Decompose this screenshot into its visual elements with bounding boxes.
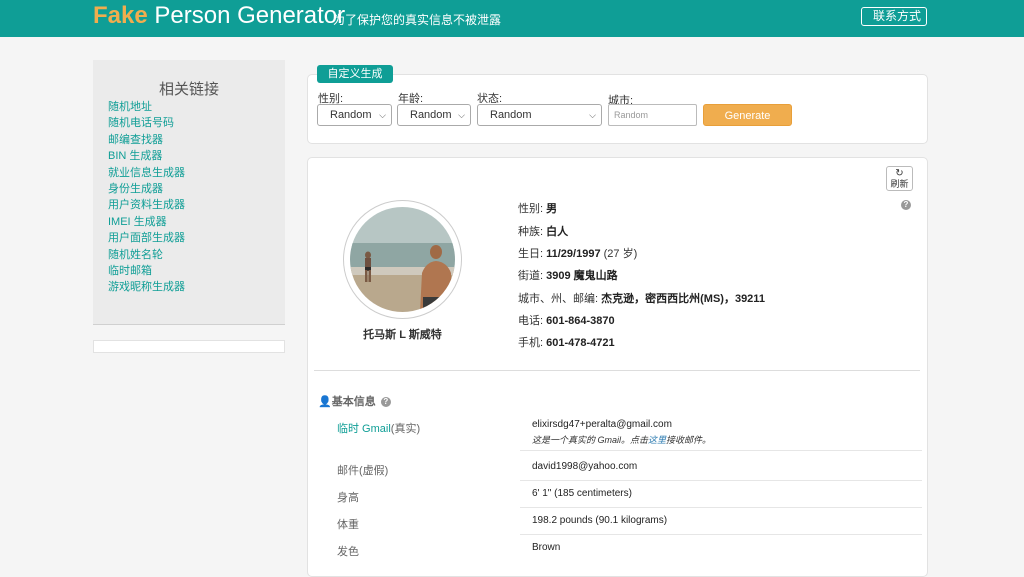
street-row: 街道: 3909 魔鬼山路 — [518, 267, 618, 283]
temp-gmail-suffix: (真实) — [390, 423, 421, 435]
help-icon[interactable]: ? — [901, 200, 911, 210]
user-icon: 👤 — [318, 396, 332, 408]
fake-email-label: 邮件(虚假) — [337, 465, 389, 477]
sidebar-title: 相关链接 — [158, 81, 219, 98]
top-navbar: Fake Person Generator 为了保护您的真实信息不被泄露 联系方… — [0, 0, 1024, 37]
hair-color-label: 发色 — [337, 546, 359, 558]
sidebar-link-list: 随机地址 随机电话号码 邮编查找器 BIN 生成器 就业信息生成器 身份生成器 … — [108, 99, 185, 296]
gender-label: 性别: — [518, 203, 544, 215]
birthday-value: 11/29/1997 — [546, 248, 601, 260]
city-state-zip-value: 杰克逊，密西西比州(MS)，39211 — [601, 293, 765, 305]
person-name: 托马斯 L 斯威特 — [363, 329, 442, 341]
sidebar-link-identity-generator[interactable]: 身份生成器 — [108, 181, 185, 197]
generate-button[interactable]: Generate — [703, 104, 792, 126]
refresh-label: 刷新 — [890, 179, 909, 189]
row-divider — [520, 480, 922, 481]
receive-mail-link[interactable]: 这里 — [648, 435, 666, 445]
sidebar-link-employment-generator[interactable]: 就业信息生成器 — [108, 165, 185, 181]
weight-value: 198.2 pounds (90.1 kilograms) — [532, 515, 668, 526]
temp-gmail-note-end: 接收邮件。 — [666, 435, 712, 445]
sidebar-link-imei-generator[interactable]: IMEI 生成器 — [108, 214, 185, 230]
custom-generate-tab[interactable]: 自定义生成 — [317, 65, 393, 83]
mobile-row: 手机: 601-478-4721 — [518, 334, 615, 350]
sidebar-link-random-address[interactable]: 随机地址 — [108, 99, 185, 115]
mobile-label: 手机: — [518, 337, 544, 349]
chevron-down-icon: ⌵ — [458, 110, 465, 120]
temp-gmail-note-text: 这是一个真实的 Gmail。点击 — [532, 435, 649, 445]
sidebar-link-temp-email[interactable]: 临时邮箱 — [108, 263, 185, 279]
temp-gmail-label[interactable]: 临时 Gmail(真实) — [337, 420, 420, 436]
sidebar-link-profile-generator[interactable]: 用户资料生成器 — [108, 197, 185, 213]
avatar-photo — [350, 207, 455, 312]
chevron-down-icon: ⌵ — [589, 110, 596, 120]
fake-email-value: david1998@yahoo.com — [532, 461, 638, 472]
race-row: 种族: 白人 — [518, 223, 568, 239]
chevron-down-icon: ⌵ — [379, 110, 386, 120]
age-select-value: Random — [410, 109, 452, 121]
temp-gmail-value: elixirsdg47+peralta@gmail.com — [532, 419, 672, 430]
height-label: 身高 — [337, 492, 359, 504]
section-divider — [314, 370, 920, 371]
gender-row: 性别: 男 — [518, 200, 557, 216]
sidebar-link-random-phone[interactable]: 随机电话号码 — [108, 115, 185, 131]
sidebar-link-nickname-generator[interactable]: 游戏昵称生成器 — [108, 279, 185, 295]
city-state-zip-row: 城市、州、邮编: 杰克逊，密西西比州(MS)，39211 — [518, 290, 765, 306]
birthday-label: 生日: — [518, 248, 544, 260]
row-divider — [520, 534, 922, 535]
basic-info-title: 基本信息 — [331, 396, 376, 408]
site-logo[interactable]: Fake Person Generator — [93, 2, 345, 30]
birthday-row: 生日: 11/29/1997 (27 岁) — [518, 245, 637, 261]
race-label: 种族: — [518, 226, 544, 238]
phone-row: 电话: 601-864-3870 — [518, 312, 615, 328]
street-value: 3909 魔鬼山路 — [546, 270, 618, 282]
gender-select[interactable]: Random ⌵ — [317, 104, 392, 126]
row-divider — [520, 507, 922, 508]
phone-value: 601-864-3870 — [546, 315, 615, 327]
height-value: 6' 1" (185 centimeters) — [532, 488, 632, 499]
city-input[interactable]: Random — [608, 104, 697, 126]
refresh-button[interactable]: ↻ 刷新 — [886, 166, 913, 191]
sidebar-link-name-wheel[interactable]: 随机姓名轮 — [108, 247, 185, 263]
sidebar-ad-box — [93, 340, 285, 353]
avatar — [350, 207, 455, 312]
logo-title-text: Person Generator — [154, 2, 346, 29]
site-slogan: 为了保护您的真实信息不被泄露 — [333, 13, 502, 27]
temp-gmail-note: 这是一个真实的 Gmail。点击这里接收邮件。 — [532, 433, 711, 446]
sidebar-link-bin-generator[interactable]: BIN 生成器 — [108, 148, 185, 164]
race-value: 白人 — [546, 226, 569, 238]
help-icon[interactable]: ? — [380, 397, 391, 407]
logo-fake-text: Fake — [93, 2, 148, 29]
street-label: 街道: — [518, 270, 544, 282]
age-value: (27 岁) — [603, 248, 638, 260]
sidebar-link-zip-lookup[interactable]: 邮编查找器 — [108, 132, 185, 148]
city-input-placeholder: Random — [614, 110, 649, 120]
weight-label: 体重 — [337, 519, 359, 531]
related-links-sidebar: 相关链接 随机地址 随机电话号码 邮编查找器 BIN 生成器 就业信息生成器 身… — [93, 60, 285, 325]
temp-gmail-link[interactable]: 临时 Gmail — [337, 423, 391, 435]
state-select-value: Random — [490, 109, 532, 121]
gender-value: 男 — [546, 203, 558, 215]
city-state-zip-label: 城市、州、邮编: — [518, 293, 599, 305]
contact-button[interactable]: 联系方式 — [861, 7, 927, 26]
refresh-icon: ↻ — [895, 168, 904, 179]
age-select[interactable]: Random ⌵ — [397, 104, 471, 126]
row-divider — [520, 450, 922, 451]
phone-label: 电话: — [518, 315, 544, 327]
hair-color-value: Brown — [532, 542, 561, 553]
basic-info-heading: 👤基本信息 ? — [318, 393, 391, 409]
gender-select-value: Random — [330, 109, 372, 121]
mobile-value: 601-478-4721 — [546, 337, 615, 349]
sidebar-link-face-generator[interactable]: 用户面部生成器 — [108, 230, 185, 246]
state-select[interactable]: Random ⌵ — [477, 104, 602, 126]
